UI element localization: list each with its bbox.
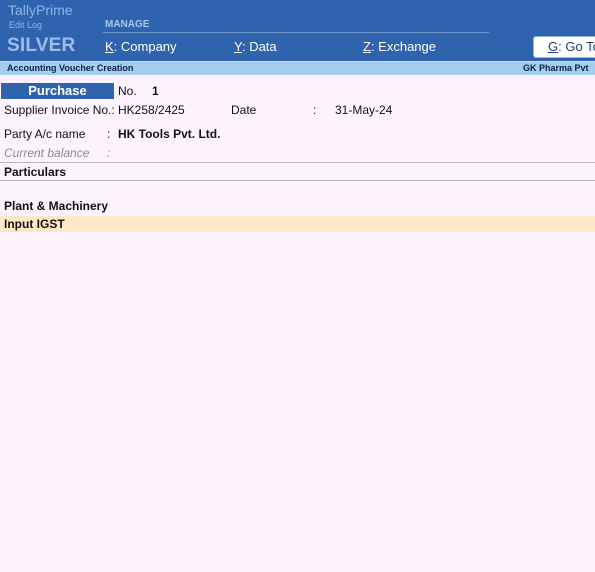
current-balance-label: Current balance [4,146,90,160]
manage-group-label: MANAGE [105,19,150,30]
top-header: TallyPrime Edit Log SILVER MANAGE K: Com… [0,0,595,61]
supplier-invoice-label: Supplier Invoice No.: [4,103,115,117]
menu-company-key: K [105,39,114,54]
ledger-row-plant-machinery[interactable]: Plant & Machinery [4,199,108,213]
menu-data-key: Y [234,39,242,54]
menu-company-label: : Company [113,39,177,54]
voucher-no-value[interactable]: 1 [152,84,159,98]
goto-label: : Go To [558,39,595,54]
menu-company[interactable]: K: Company [105,39,177,54]
goto-button[interactable]: G: Go To [533,36,595,58]
screen-title: Accounting Voucher Creation [7,63,134,73]
current-balance-colon: : [107,146,111,160]
edit-log-link[interactable]: Edit Log [9,20,42,30]
menu-data[interactable]: Y: Data [234,39,277,54]
manage-divider [103,32,489,33]
particulars-top-divider [0,162,595,163]
date-field[interactable]: 31-May-24 [335,103,392,117]
date-label: Date [231,103,257,117]
supplier-invoice-field[interactable]: HK258/2425 [118,103,185,117]
menu-exchange-label: : Exchange [370,39,436,54]
voucher-type-button[interactable]: Purchase [1,83,114,99]
menu-exchange-key: Z [363,39,371,54]
particulars-header: Particulars [4,165,67,179]
menu-data-label: : Data [241,39,277,54]
party-field[interactable]: HK Tools Pvt. Ltd. [118,127,220,141]
ledger-row-input-igst[interactable]: Input IGST [4,217,65,231]
party-label: Party A/c name [4,127,86,141]
menu-exchange[interactable]: Z: Exchange [363,39,436,54]
ledger-row-highlight [0,216,595,232]
date-colon: : [313,103,317,117]
voucher-no-label: No. [118,84,137,98]
app-brand: TallyPrime [8,2,73,18]
party-colon: : [107,127,111,141]
company-name: GK Pharma Pvt [523,63,589,73]
screen-title-bar: Accounting Voucher Creation GK Pharma Pv… [0,61,595,75]
particulars-bottom-divider [0,180,595,181]
goto-key: G [548,39,559,54]
edition-label: SILVER [7,35,76,56]
